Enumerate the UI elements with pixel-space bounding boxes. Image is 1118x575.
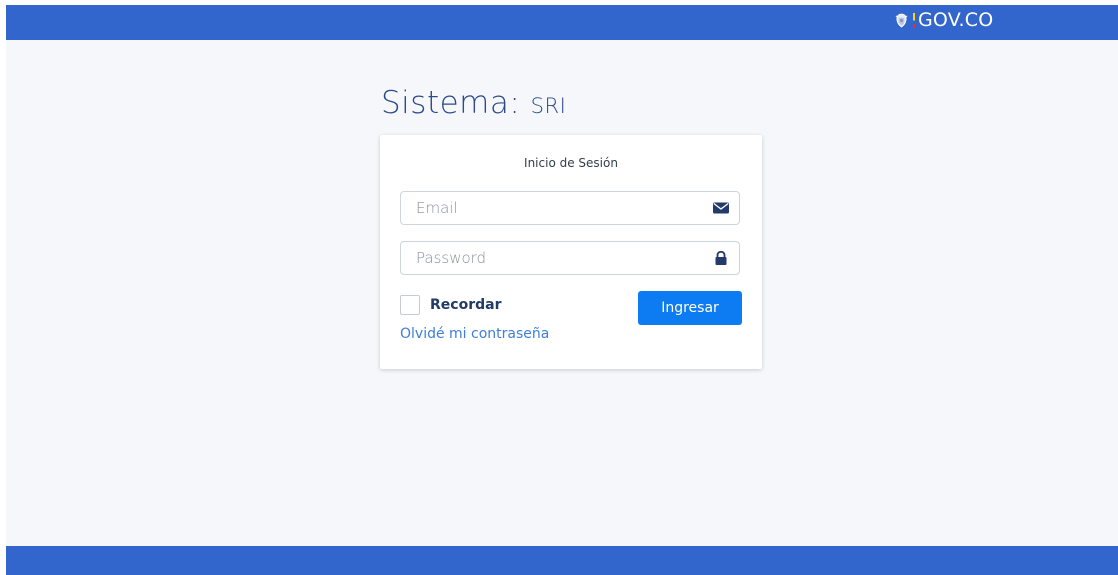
envelope-icon xyxy=(713,202,729,214)
login-button[interactable]: Ingresar xyxy=(638,291,742,325)
login-heading: Inicio de Sesión xyxy=(524,156,618,170)
system-code: SRI xyxy=(530,86,567,121)
login-card: Inicio de Sesión Recordar Ingresar Olvid… xyxy=(380,135,762,369)
email-field[interactable] xyxy=(400,191,740,225)
footer-bar xyxy=(6,546,1118,575)
password-field[interactable] xyxy=(400,241,740,275)
gov-header-bar: GOV.CO xyxy=(6,5,1118,40)
gov-flag-divider xyxy=(913,12,915,28)
escudo-icon xyxy=(895,13,908,28)
password-input[interactable] xyxy=(401,242,701,274)
remember-checkbox[interactable] xyxy=(400,295,420,315)
page-title: Sistema: SRI xyxy=(381,85,566,121)
page-title-prefix: Sistema: xyxy=(381,85,521,121)
remember-label: Recordar xyxy=(430,297,502,313)
forgot-password-link[interactable]: Olvidé mi contraseña xyxy=(400,326,549,342)
email-input[interactable] xyxy=(401,192,701,224)
gov-co-logo[interactable]: GOV.CO xyxy=(894,9,993,31)
remember-me[interactable]: Recordar xyxy=(400,295,501,315)
gov-co-text: GOV.CO xyxy=(918,9,994,31)
lock-icon xyxy=(715,251,727,265)
page: GOV.CO Sistema: SRI Inicio de Sesión Rec… xyxy=(6,5,1118,575)
